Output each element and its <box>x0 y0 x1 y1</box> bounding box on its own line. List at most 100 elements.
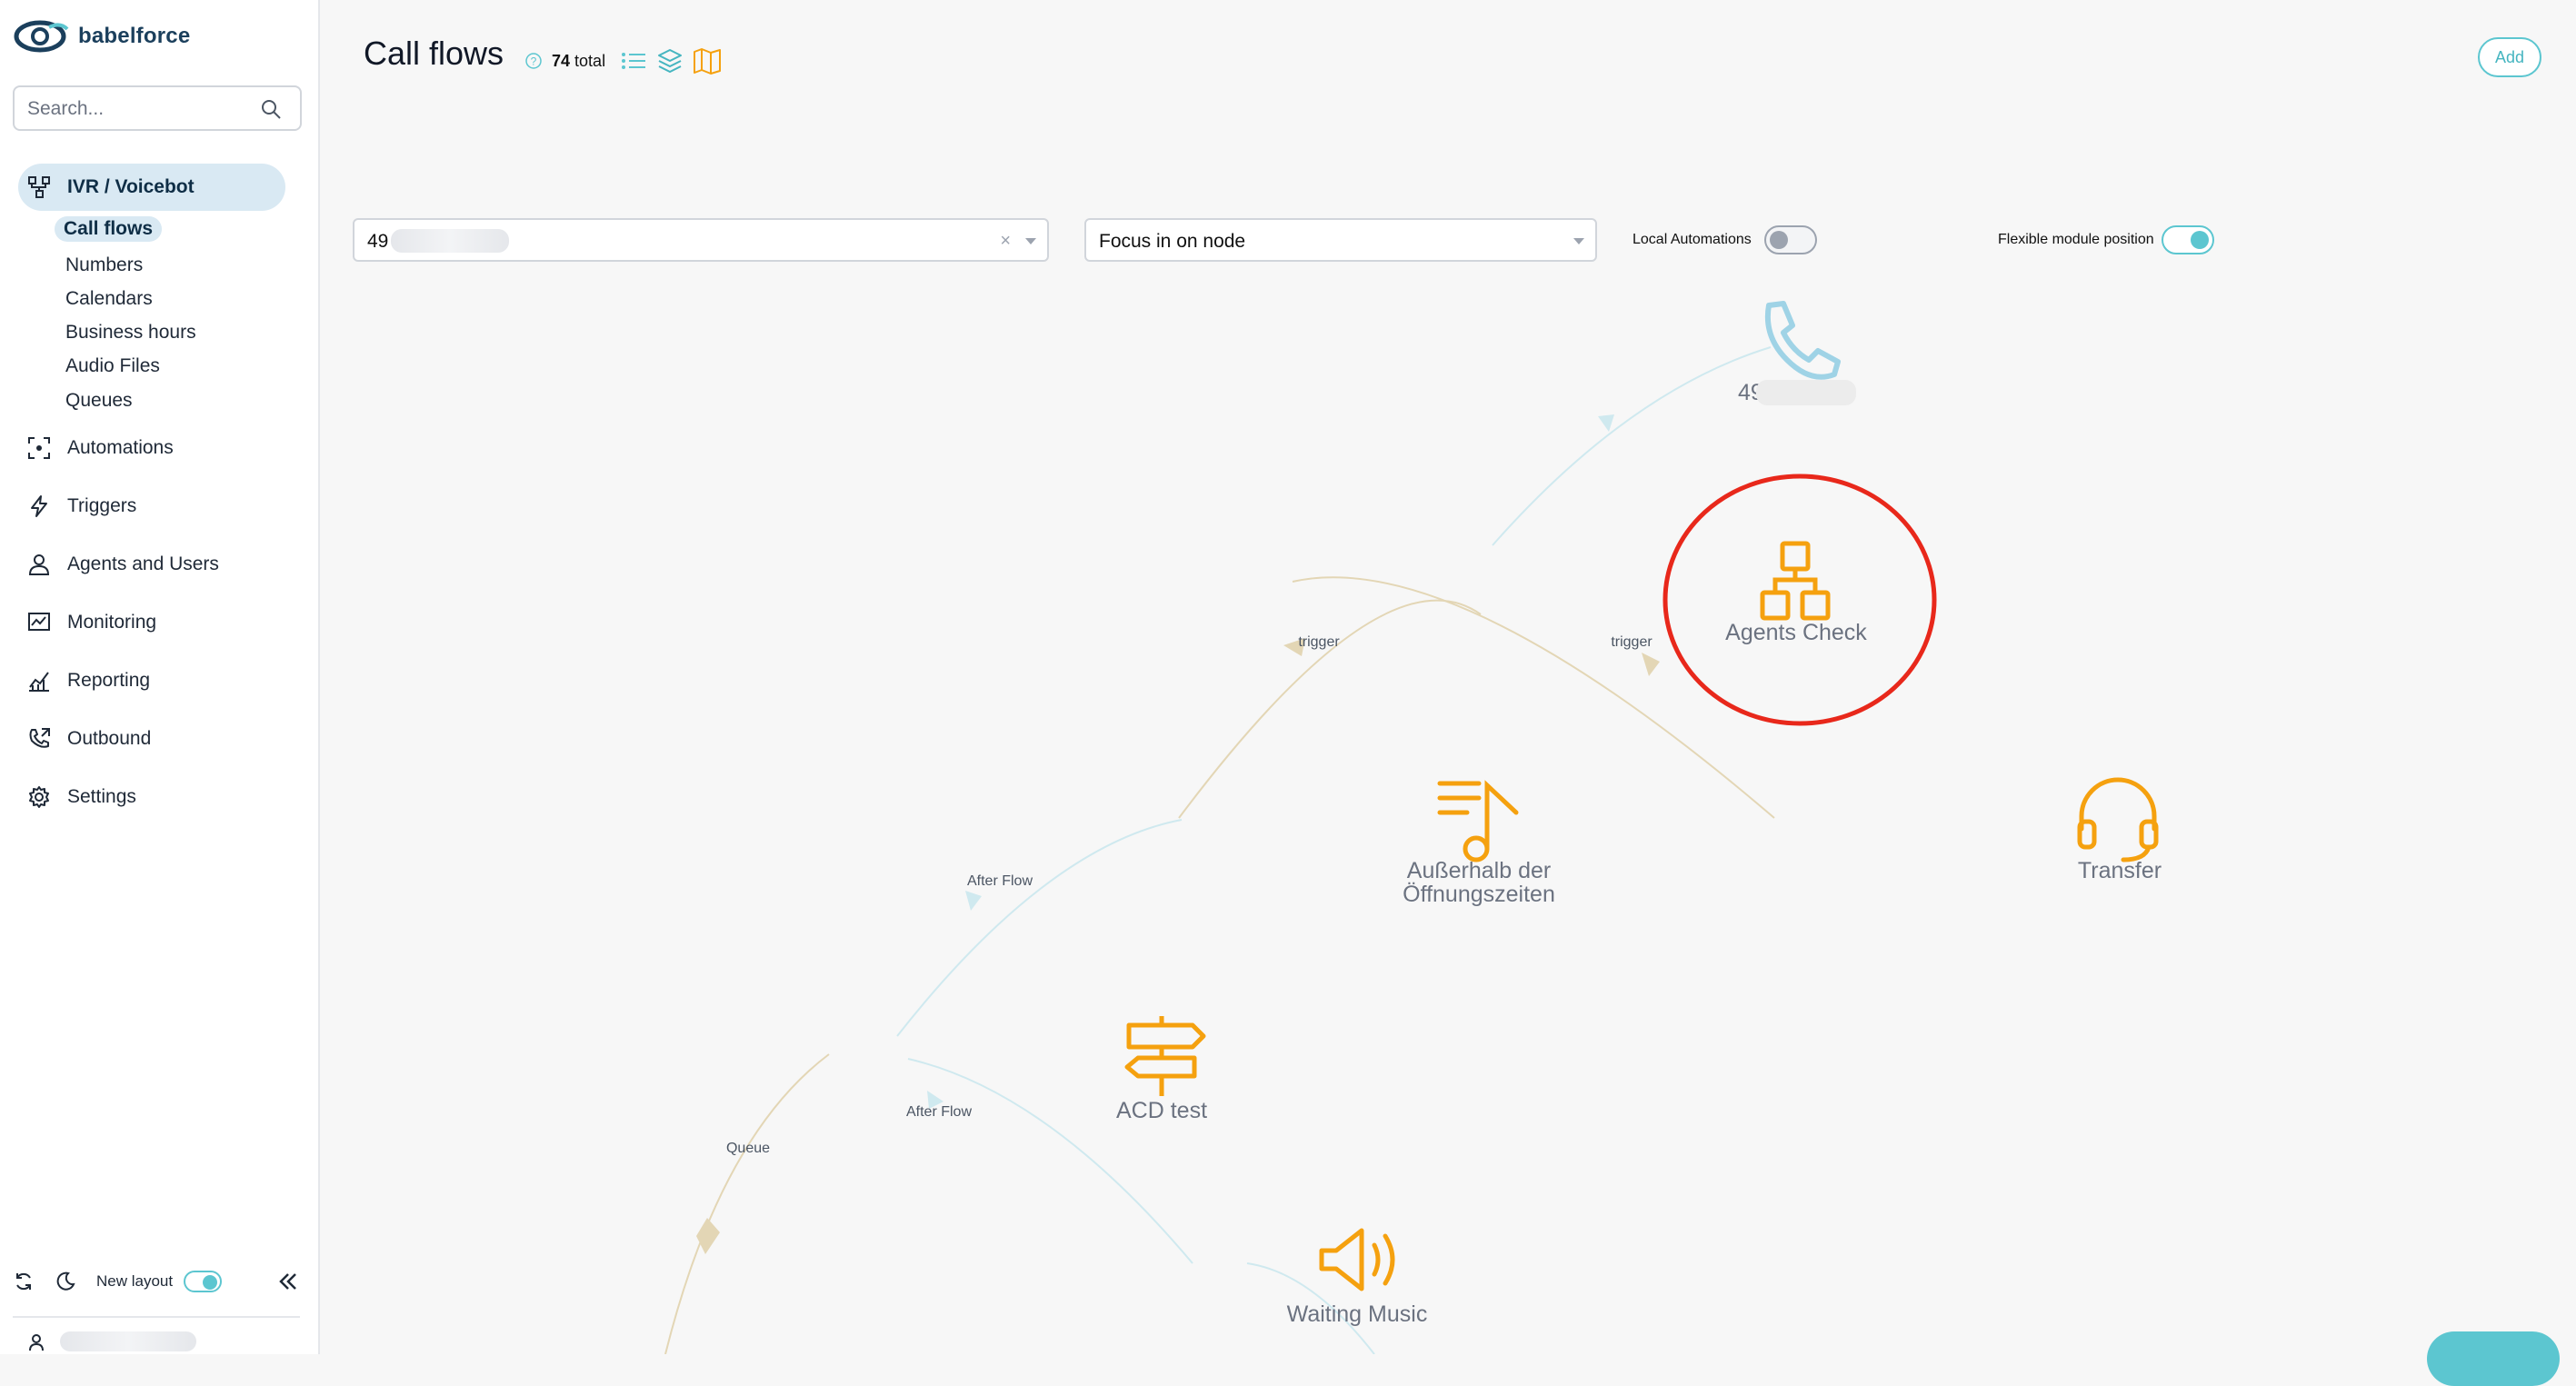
sidebar-footer: New layout <box>13 1263 304 1300</box>
add-button[interactable]: Add <box>2478 37 2541 77</box>
sidebar-item-monitoring[interactable]: Monitoring <box>27 604 156 641</box>
search-icon[interactable] <box>260 98 282 120</box>
node-waiting-music[interactable]: Waiting Music <box>1287 1228 1428 1327</box>
flow-tree-icon <box>28 176 50 198</box>
sidebar-subitem-calendars[interactable]: Calendars <box>56 286 162 312</box>
sidebar-item-label: Outbound <box>67 728 152 749</box>
sidebar-item-label: Automations <box>67 437 174 458</box>
node-label-waiting-music: Waiting Music <box>1287 1301 1428 1327</box>
clear-selection-icon[interactable]: × <box>1000 231 1011 252</box>
redacted-number <box>1756 380 1856 405</box>
collapse-sidebar-icon[interactable] <box>276 1270 300 1293</box>
local-automations-toggle[interactable] <box>1763 225 1817 254</box>
node-label-transfer: Transfer <box>2078 858 2162 883</box>
highlight-circle <box>1662 474 1937 726</box>
refresh-icon[interactable] <box>13 1271 35 1292</box>
total-number: 74 <box>552 51 571 70</box>
user-avatar-icon <box>29 1334 44 1351</box>
sidebar-subitem-call-flows[interactable]: Call flows <box>55 216 163 242</box>
focus-node-select-value: Focus in on node <box>1099 231 1246 252</box>
redacted-username <box>60 1331 196 1351</box>
chevron-down-icon[interactable] <box>1573 238 1584 244</box>
headset-icon <box>2077 777 2159 863</box>
dark-mode-moon-icon[interactable] <box>55 1271 76 1292</box>
edge-label-trigger: trigger <box>1611 634 1652 650</box>
speaker-icon <box>1319 1228 1395 1291</box>
redacted-number <box>391 229 509 253</box>
sidebar-divider <box>13 1316 300 1318</box>
node-phone-number[interactable]: 49 <box>1738 301 1856 405</box>
user-profile[interactable] <box>27 1331 196 1351</box>
call-flow-select[interactable]: 49 × <box>353 218 1049 262</box>
edge-acd-to-queue <box>664 1053 830 1354</box>
title-meta: ? 74 total <box>524 47 722 75</box>
node-agents-check[interactable]: Agents Check <box>1662 474 1937 726</box>
sidebar-item-automations[interactable]: Automations <box>27 430 174 466</box>
new-layout-toggle[interactable] <box>184 1271 223 1292</box>
brand-logo[interactable]: babelforce <box>13 18 190 55</box>
edge-agents-to-transfer <box>1292 576 1775 819</box>
edge-outside-hours-to-acd <box>896 819 1183 1037</box>
list-view-icon[interactable] <box>620 49 647 73</box>
edge-arrow <box>965 891 982 911</box>
brand-name: babelforce <box>78 24 191 48</box>
node-acd-test[interactable]: ACD test <box>1116 1016 1207 1123</box>
edge-arrow <box>1598 414 1614 432</box>
sidebar-subitem-audio-files[interactable]: Audio Files <box>56 354 169 379</box>
help-icon[interactable]: ? <box>524 52 543 70</box>
sidebar-item-label: Triggers <box>67 495 137 516</box>
flexible-position-label: Flexible module position <box>1998 232 2154 247</box>
edge-label-trigger: trigger <box>1298 634 1340 650</box>
phone-outgoing-icon <box>29 728 50 748</box>
new-layout-label: New layout <box>96 1272 174 1290</box>
main-content: Call flows ? 74 total Add 49 × Focus in <box>320 0 2576 1354</box>
sidebar-item-ivr-voicebot[interactable]: IVR / Voicebot <box>18 164 285 211</box>
toggle-knob <box>2190 231 2209 249</box>
node-label-agents-check: Agents Check <box>1725 620 1867 645</box>
edge-label-after-flow: After Flow <box>967 873 1033 889</box>
sidebar-item-agents-and-users[interactable]: Agents and Users <box>27 546 219 583</box>
edge-acd-to-waiting-music <box>907 1058 1193 1264</box>
babelforce-logo-icon <box>14 20 69 53</box>
sidebar-item-settings[interactable]: Settings <box>27 779 136 815</box>
sidebar-item-reporting[interactable]: Reporting <box>27 663 150 699</box>
node-transfer[interactable]: Transfer <box>2077 777 2162 883</box>
sidebar-item-label: Reporting <box>67 670 151 691</box>
local-automations-label: Local Automations <box>1632 232 1752 247</box>
svg-text:?: ? <box>531 55 537 68</box>
monitor-chart-icon <box>28 613 50 631</box>
sidebar-subitem-queues[interactable]: Queues <box>56 388 142 414</box>
sidebar-item-outbound[interactable]: Outbound <box>27 721 151 757</box>
phone-icon <box>1764 301 1841 380</box>
edge-label-queue: Queue <box>726 1141 770 1156</box>
call-flow-graph[interactable]: trigger trigger After Flow After Flow Qu… <box>320 273 2576 1354</box>
call-flow-select-value: 49 <box>367 231 389 252</box>
total-word: total <box>574 51 606 70</box>
search-input[interactable] <box>15 87 247 131</box>
chevron-down-icon[interactable] <box>1025 238 1036 244</box>
edge-label-after-flow: After Flow <box>906 1104 972 1120</box>
sidebar-subitem-numbers[interactable]: Numbers <box>56 253 152 278</box>
sidebar-item-label: IVR / Voicebot <box>67 176 195 197</box>
search-box[interactable] <box>13 85 302 131</box>
modules-blocks-icon <box>1760 541 1831 621</box>
node-label-acd-test: ACD test <box>1116 1098 1207 1123</box>
sidebar-subitem-business-hours[interactable]: Business hours <box>56 320 205 345</box>
sidebar-item-triggers[interactable]: Triggers <box>27 488 136 524</box>
focus-node-select[interactable]: Focus in on node <box>1084 218 1597 262</box>
toggle-knob <box>1769 231 1788 249</box>
toggle-knob <box>203 1275 218 1290</box>
sidebar: babelforce IVR / Voicebot Call flows Num… <box>0 0 320 1354</box>
edge-arrow <box>696 1218 720 1254</box>
layers-icon[interactable] <box>656 47 684 75</box>
music-playlist-icon <box>1437 780 1519 863</box>
flexible-position-control: Flexible module position <box>1998 225 2214 254</box>
node-outside-hours[interactable]: Außerhalb der Öffnungszeiten <box>1403 780 1555 907</box>
user-icon <box>28 554 50 575</box>
flexible-position-toggle[interactable] <box>2161 225 2214 254</box>
local-automations-control: Local Automations <box>1632 225 1817 254</box>
map-view-icon[interactable] <box>693 47 722 75</box>
edge-phone-to-agents-check <box>1492 346 1772 546</box>
total-count: 74 total <box>552 52 605 71</box>
chat-help-button[interactable] <box>2427 1331 2560 1386</box>
